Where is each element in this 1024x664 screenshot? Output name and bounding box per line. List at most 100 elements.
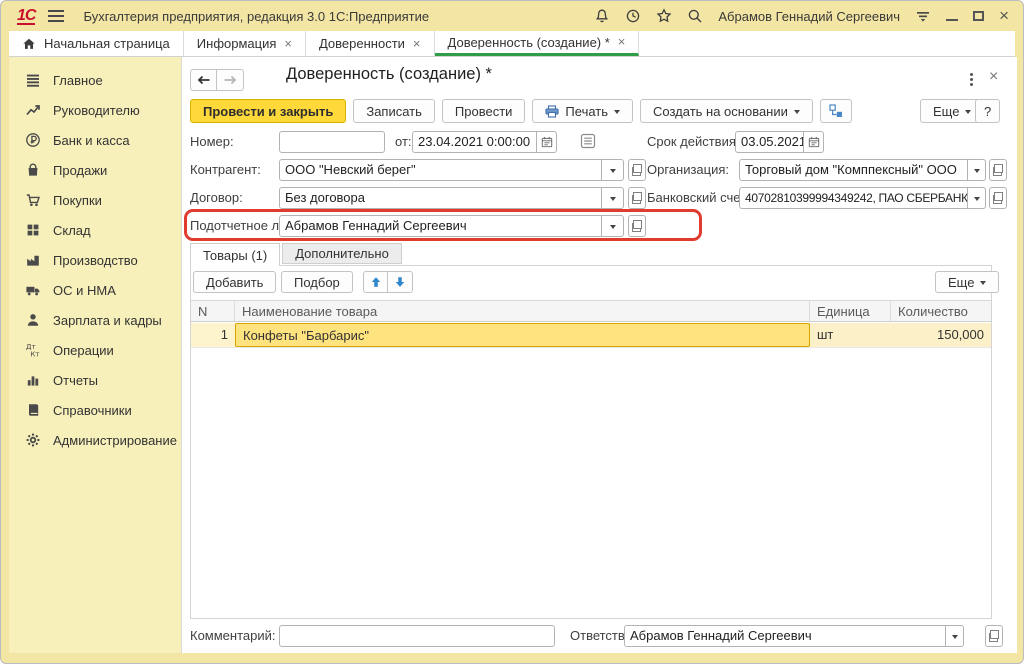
dropdown-icon[interactable] bbox=[946, 625, 964, 647]
form-menu-icon[interactable] bbox=[970, 73, 973, 76]
sidebar-item-label: Склад bbox=[53, 223, 91, 238]
help-button[interactable]: ? bbox=[975, 99, 1000, 123]
factory-icon bbox=[25, 252, 41, 268]
form-close-icon[interactable] bbox=[989, 68, 998, 86]
dropdown-icon[interactable] bbox=[602, 215, 624, 237]
page-tabs: Товары (1) Дополнительно bbox=[190, 243, 404, 266]
printer-icon bbox=[545, 105, 559, 118]
unit-cell[interactable]: шт bbox=[810, 323, 891, 347]
tab-close-icon[interactable] bbox=[413, 39, 421, 49]
star-icon[interactable] bbox=[656, 8, 672, 24]
bank-account-input-group: 40702810399994349242, ПАО СБЕРБАНК bbox=[739, 187, 986, 209]
move-up-icon[interactable] bbox=[363, 271, 388, 293]
responsible-input-group: Абрамов Геннадий Сергеевич bbox=[624, 625, 964, 647]
bank-account-input[interactable]: 40702810399994349242, ПАО СБЕРБАНК bbox=[739, 187, 968, 209]
row-number-cell[interactable]: 1 bbox=[191, 323, 235, 347]
forward-button[interactable] bbox=[217, 69, 244, 91]
column-header-qty[interactable]: Количество bbox=[891, 301, 991, 321]
minimize-icon[interactable] bbox=[946, 11, 958, 21]
column-header-n[interactable]: N bbox=[191, 301, 235, 321]
bag-icon bbox=[25, 162, 41, 178]
sidebar-item-operations[interactable]: ДтКт Операции bbox=[9, 335, 181, 365]
quantity-cell[interactable]: 150,000 bbox=[891, 323, 991, 347]
sidebar-item-production[interactable]: Производство bbox=[9, 245, 181, 275]
service-menu-icon[interactable] bbox=[915, 8, 931, 24]
sidebar-item-directories[interactable]: Справочники bbox=[9, 395, 181, 425]
open-icon[interactable] bbox=[628, 187, 646, 209]
product-name-cell[interactable]: Конфеты "Барбарис" bbox=[235, 323, 810, 347]
print-button[interactable]: Печать bbox=[532, 99, 633, 123]
create-based-on-button[interactable]: Создать на основании bbox=[640, 99, 813, 123]
current-user[interactable]: Абрамов Геннадий Сергеевич bbox=[718, 9, 900, 24]
tab-goods[interactable]: Товары (1) bbox=[190, 243, 280, 266]
bell-icon[interactable] bbox=[594, 8, 610, 24]
sidebar-item-main[interactable]: Главное bbox=[9, 65, 181, 95]
sidebar-item-purchases[interactable]: Покупки bbox=[9, 185, 181, 215]
date-list-icon[interactable] bbox=[580, 133, 596, 149]
column-header-unit[interactable]: Единица bbox=[810, 301, 891, 321]
add-row-button[interactable]: Добавить bbox=[193, 271, 276, 293]
organization-input[interactable]: Торговый дом "Комппексный" ООО bbox=[739, 159, 968, 181]
validity-input[interactable]: 03.05.2021 bbox=[735, 131, 804, 153]
open-icon[interactable] bbox=[628, 159, 646, 181]
sidebar-item-bank-cash[interactable]: Банк и касса bbox=[9, 125, 181, 155]
responsible-input[interactable]: Абрамов Геннадий Сергеевич bbox=[624, 625, 946, 647]
sidebar-item-label: Операции bbox=[53, 343, 114, 358]
menu-lines-icon bbox=[25, 72, 41, 88]
search-icon[interactable] bbox=[687, 8, 703, 24]
back-button[interactable] bbox=[190, 69, 217, 91]
counterparty-input[interactable]: ООО "Невский берег" bbox=[279, 159, 602, 181]
sidebar-item-payroll-hr[interactable]: Зарплата и кадры bbox=[9, 305, 181, 335]
open-icon[interactable] bbox=[985, 625, 1003, 647]
tab-attorney-new[interactable]: Доверенность (создание) * bbox=[435, 31, 640, 56]
number-input[interactable] bbox=[279, 131, 385, 153]
open-icon[interactable] bbox=[628, 215, 646, 237]
table-more-button[interactable]: Еще bbox=[935, 271, 999, 293]
move-down-icon[interactable] bbox=[388, 271, 413, 293]
comment-input[interactable] bbox=[279, 625, 555, 647]
calendar-icon[interactable] bbox=[537, 131, 557, 153]
date-input[interactable]: 23.04.2021 0:00:00 bbox=[412, 131, 537, 153]
related-documents-button[interactable] bbox=[820, 99, 852, 123]
tab-attorneys[interactable]: Доверенности bbox=[306, 31, 435, 56]
sidebar-item-sales[interactable]: Продажи bbox=[9, 155, 181, 185]
counterparty-input-group: ООО "Невский берег" bbox=[279, 159, 624, 181]
post-and-close-button[interactable]: Провести и закрыть bbox=[190, 99, 346, 123]
tab-information[interactable]: Информация bbox=[184, 31, 306, 56]
tab-close-icon[interactable] bbox=[618, 37, 626, 47]
accountable-person-input[interactable]: Абрамов Геннадий Сергеевич bbox=[279, 215, 602, 237]
calendar-icon[interactable] bbox=[804, 131, 824, 153]
maximize-icon[interactable] bbox=[973, 11, 984, 21]
dropdown-icon[interactable] bbox=[602, 159, 624, 181]
pick-button[interactable]: Подбор bbox=[281, 271, 353, 293]
tab-close-icon[interactable] bbox=[284, 39, 292, 49]
history-icon[interactable] bbox=[625, 8, 641, 24]
tab-home[interactable]: Начальная страница bbox=[9, 31, 184, 56]
sidebar-item-manager[interactable]: Руководителю bbox=[9, 95, 181, 125]
tab-label: Доверенности bbox=[319, 36, 405, 51]
form-toolbar: Провести и закрыть Записать Провести Печ… bbox=[190, 99, 852, 123]
contract-input[interactable]: Без договора bbox=[279, 187, 602, 209]
post-button[interactable]: Провести bbox=[442, 99, 526, 123]
close-icon[interactable] bbox=[999, 9, 1009, 23]
open-icon[interactable] bbox=[989, 159, 1007, 181]
dropdown-icon[interactable] bbox=[968, 187, 986, 209]
sidebar-item-label: Главное bbox=[53, 73, 103, 88]
main-tabbar: Начальная страница Информация Довереннос… bbox=[9, 31, 1015, 57]
dropdown-icon[interactable] bbox=[968, 159, 986, 181]
dropdown-icon[interactable] bbox=[602, 187, 624, 209]
contract-label: Договор: bbox=[190, 190, 243, 205]
sidebar-item-fixed-assets[interactable]: ОС и НМА bbox=[9, 275, 181, 305]
sidebar-item-warehouse[interactable]: Склад bbox=[9, 215, 181, 245]
goods-panel: Добавить Подбор Еще N Наименование товар… bbox=[190, 265, 992, 619]
tab-additional[interactable]: Дополнительно bbox=[282, 243, 402, 264]
sidebar-item-reports[interactable]: Отчеты bbox=[9, 365, 181, 395]
column-header-name[interactable]: Наименование товара bbox=[235, 301, 810, 321]
ruble-circle-icon bbox=[25, 132, 41, 148]
sidebar: Главное Руководителю Банк и касса Продаж… bbox=[9, 57, 181, 653]
table-row[interactable]: 1 Конфеты "Барбарис" шт 150,000 bbox=[191, 323, 991, 348]
sidebar-item-administration[interactable]: Администрирование bbox=[9, 425, 181, 455]
main-menu-icon[interactable] bbox=[48, 10, 64, 22]
save-button[interactable]: Записать bbox=[353, 99, 435, 123]
open-icon[interactable] bbox=[989, 187, 1007, 209]
